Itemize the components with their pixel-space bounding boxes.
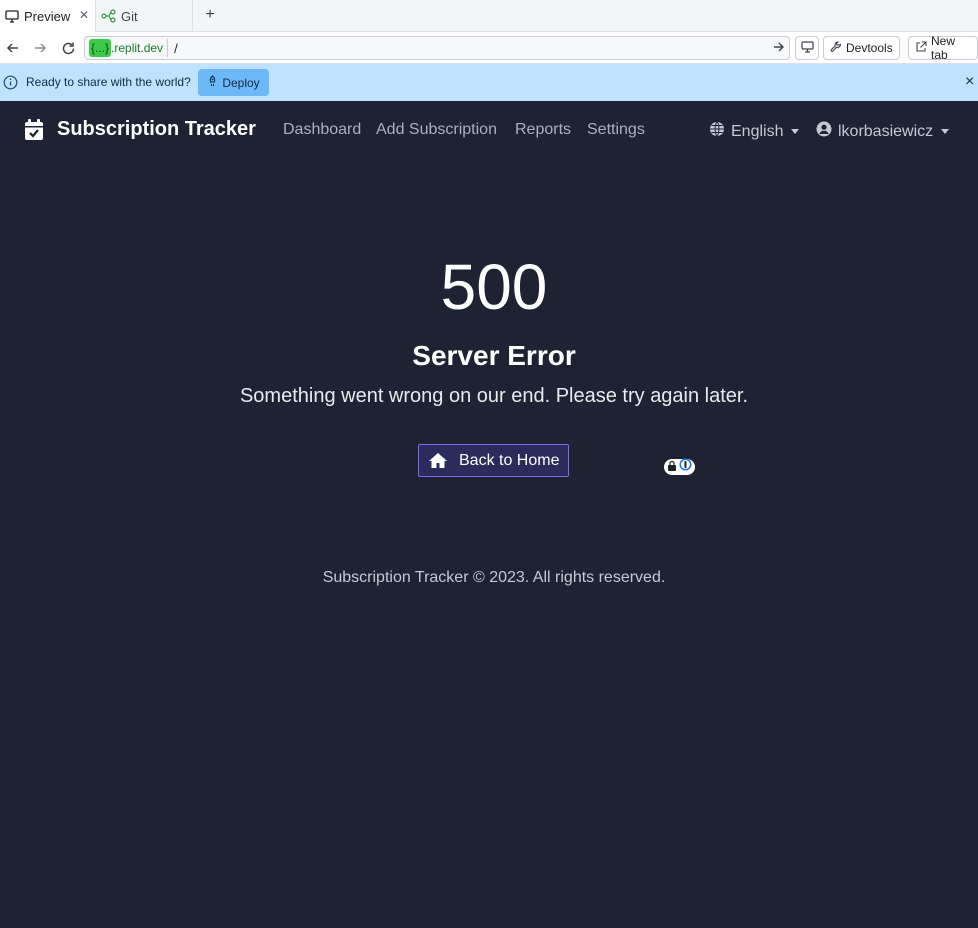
nav-dashboard[interactable]: Dashboard <box>283 121 361 139</box>
rocket-icon <box>207 75 218 90</box>
calendar-check-icon <box>24 119 44 146</box>
globe-icon <box>709 121 725 142</box>
forward-arrow-icon[interactable] <box>31 39 49 57</box>
url-path: / <box>174 40 178 56</box>
tab-git[interactable]: Git <box>97 0 193 32</box>
external-link-icon <box>915 40 927 56</box>
url-domain: .replit.dev <box>111 41 164 55</box>
chevron-down-icon <box>941 129 950 134</box>
user-dropdown[interactable]: lkorbasiewicz <box>816 121 950 142</box>
tab-git-label: Git <box>121 8 138 24</box>
url-domain-badge: {...} <box>89 39 112 57</box>
close-banner-icon[interactable]: × <box>965 73 974 91</box>
deploy-label: Deploy <box>222 75 260 90</box>
back-to-home-button[interactable]: Back to Home <box>418 444 569 477</box>
browser-tab-bar: Preview ✕ Git + <box>0 0 978 32</box>
nav-settings[interactable]: Settings <box>587 121 645 139</box>
url-input[interactable]: {...} .replit.dev / <box>84 36 790 60</box>
banner-message: Ready to share with the world? <box>26 75 191 89</box>
open-new-tab-button[interactable]: New tab <box>908 34 978 62</box>
close-tab-icon[interactable]: ✕ <box>77 8 91 22</box>
git-branch-icon <box>101 8 117 24</box>
username-label: lkorbasiewicz <box>838 122 934 140</box>
back-arrow-icon[interactable] <box>4 39 22 57</box>
home-icon <box>428 452 448 469</box>
new-tab-label: New tab <box>931 34 956 62</box>
devtools-label: Devtools <box>846 41 893 55</box>
language-label: English <box>731 122 784 140</box>
info-icon <box>3 75 18 95</box>
error-code: 500 <box>440 251 548 323</box>
nav-reports[interactable]: Reports <box>515 121 571 139</box>
device-preview-button[interactable] <box>795 36 819 60</box>
nav-add-subscription[interactable]: Add Subscription <box>376 121 497 139</box>
lock-icon <box>667 458 677 476</box>
url-divider <box>167 39 169 57</box>
new-tab-button[interactable]: + <box>201 6 219 24</box>
footer-text: Subscription Tracker © 2023. All rights … <box>322 569 666 586</box>
chevron-down-icon <box>791 129 800 134</box>
deploy-banner: Ready to share with the world? Deploy × <box>0 64 978 101</box>
language-dropdown[interactable]: English <box>709 121 800 142</box>
go-arrow-icon[interactable] <box>773 40 785 57</box>
app-navbar: Subscription Tracker Dashboard Add Subsc… <box>0 101 978 157</box>
tab-preview-label: Preview <box>24 8 71 24</box>
deploy-button[interactable]: Deploy <box>198 69 269 96</box>
error-title: Server Error <box>412 340 576 371</box>
password-manager-badge[interactable] <box>664 458 695 476</box>
user-circle-icon <box>816 121 832 142</box>
devtools-button[interactable]: Devtools <box>823 36 900 60</box>
password-manager-icon <box>679 458 692 476</box>
screen-icon <box>800 40 814 56</box>
tab-preview[interactable]: Preview ✕ <box>0 0 96 32</box>
wrench-icon <box>830 40 842 56</box>
reload-icon[interactable] <box>59 39 77 57</box>
app-brand[interactable]: Subscription Tracker <box>57 118 256 141</box>
address-bar: {...} .replit.dev / Devtools New tab <box>0 32 978 64</box>
back-to-home-label: Back to Home <box>459 451 560 469</box>
monitor-icon <box>4 8 20 24</box>
error-description: Something went wrong on our end. Please … <box>239 385 749 407</box>
